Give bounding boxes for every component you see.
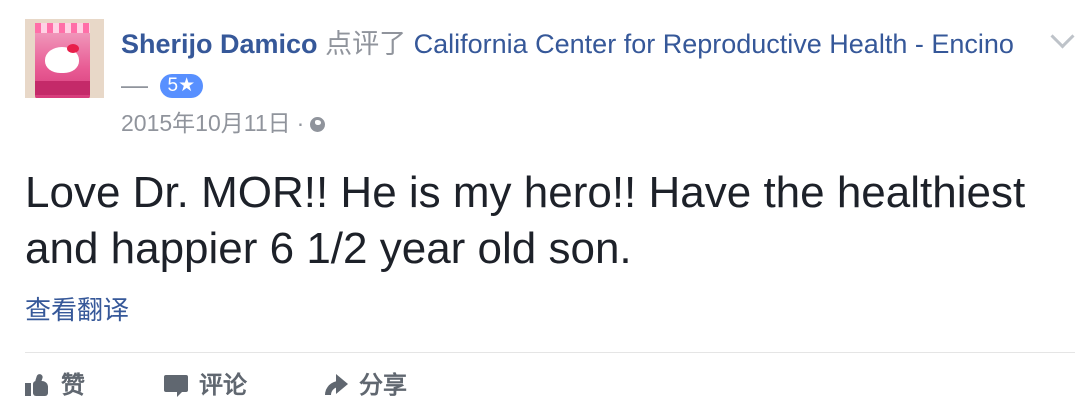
thumbs-up-icon — [25, 373, 51, 397]
comment-icon — [163, 373, 189, 397]
like-button[interactable]: 赞 — [25, 366, 85, 406]
share-button[interactable]: 分享 — [323, 366, 407, 406]
divider — [25, 352, 1075, 353]
header-dash: — — [121, 70, 148, 100]
avatar[interactable] — [25, 19, 104, 98]
share-label: 分享 — [359, 372, 407, 399]
chevron-down-icon[interactable] — [1050, 24, 1075, 49]
comment-button[interactable]: 评论 — [163, 366, 247, 406]
page-link[interactable]: California Center for Reproductive Healt… — [414, 29, 1014, 59]
review-verb: 点评了 — [325, 29, 407, 59]
review-post: Sherijo Damico 点评了 California Center for… — [0, 0, 1092, 410]
comment-label: 评论 — [199, 372, 247, 399]
see-translation-link[interactable]: 查看翻译 — [25, 290, 129, 327]
post-meta: 2015年10月11日 · — [121, 108, 326, 138]
post-body: Love Dr. MOR!! He is my hero!! Have the … — [25, 168, 1026, 273]
author-name[interactable]: Sherijo Damico — [121, 29, 318, 59]
rating-badge: 5★ — [159, 74, 204, 98]
share-icon — [323, 373, 349, 397]
post-header: Sherijo Damico 点评了 California Center for… — [121, 24, 1041, 106]
globe-icon — [310, 117, 326, 132]
post-timestamp[interactable]: 2015年10月11日 — [121, 110, 291, 136]
meta-separator: · — [296, 110, 305, 136]
like-label: 赞 — [61, 372, 85, 399]
